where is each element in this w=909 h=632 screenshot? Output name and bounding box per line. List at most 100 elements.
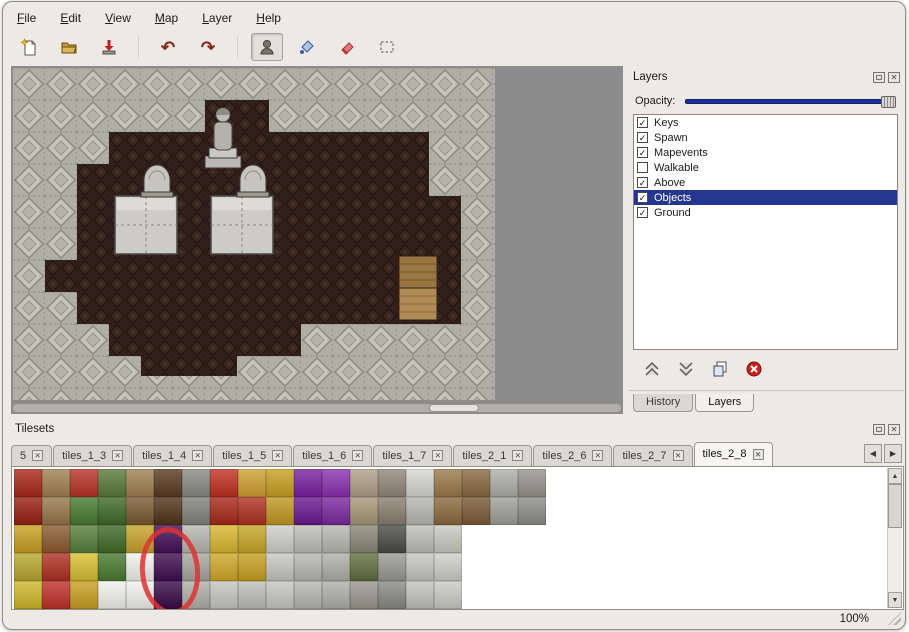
tileset-tile[interactable] [462,497,490,525]
tileset-tile[interactable] [490,525,518,553]
layer-row-objects[interactable]: ✓Objects [634,190,897,205]
tileset-tile[interactable] [434,581,462,609]
tileset-tile[interactable] [434,525,462,553]
tileset-tile[interactable] [210,525,238,553]
undo-button[interactable]: ↶ [152,33,184,61]
tileset-tile[interactable] [154,497,182,525]
scroll-tabs-right-button[interactable]: ▶ [884,444,902,463]
tab-layers[interactable]: Layers [695,394,754,412]
tileset-tab-tiles_2_7[interactable]: tiles_2_7✕ [613,445,692,466]
tileset-tile[interactable] [350,553,378,581]
tileset-tile[interactable] [406,525,434,553]
layer-row-walkable[interactable]: Walkable [634,160,897,175]
select-tool-button[interactable] [371,33,403,61]
tileset-tile[interactable] [490,497,518,525]
tileset-tile[interactable] [294,581,322,609]
tileset-tab-tiles_1_6[interactable]: tiles_1_6✕ [293,445,372,466]
opacity-slider[interactable] [685,95,896,107]
tileset-tile[interactable] [462,525,490,553]
tileset-tile[interactable] [322,581,350,609]
close-tab-icon[interactable]: ✕ [512,450,523,461]
tileset-tile[interactable] [70,497,98,525]
move-layer-down-button[interactable] [673,358,699,380]
tileset-tile[interactable] [238,525,266,553]
tileset-tile[interactable] [266,497,294,525]
tileset-tab-tiles_1_3[interactable]: tiles_1_3✕ [53,445,132,466]
tileset-tile[interactable] [126,497,154,525]
move-layer-up-button[interactable] [639,358,665,380]
tileset-tile[interactable] [350,581,378,609]
layer-visibility-checkbox[interactable]: ✓ [637,192,648,203]
redo-button[interactable]: ↷ [192,33,224,61]
tileset-tile[interactable] [490,581,518,609]
tab-history[interactable]: History [633,394,693,412]
tileset-tile[interactable] [42,553,70,581]
tileset-tile[interactable] [518,553,546,581]
scrollbar-track[interactable] [888,484,902,592]
tileset-tab-tiles_1_4[interactable]: tiles_1_4✕ [133,445,212,466]
open-button[interactable] [53,33,85,61]
tileset-tile[interactable] [266,553,294,581]
eraser-tool-button[interactable] [331,33,363,61]
layer-row-ground[interactable]: ✓Ground [634,205,897,220]
tileset-tile[interactable] [70,469,98,497]
slider-handle[interactable] [881,96,896,108]
layer-row-above[interactable]: ✓Above [634,175,897,190]
tileset-tile[interactable] [70,581,98,609]
horizontal-scrollbar[interactable] [13,404,621,412]
tileset-tile[interactable] [406,469,434,497]
tileset-tile[interactable] [98,553,126,581]
tileset-tile[interactable] [14,581,42,609]
tileset-tile[interactable] [42,581,70,609]
tileset-tile[interactable] [378,497,406,525]
tileset-tile[interactable] [182,497,210,525]
tileset-tile[interactable] [518,525,546,553]
tileset-tile[interactable] [490,469,518,497]
tileset-tile[interactable] [126,469,154,497]
fill-tool-button[interactable] [291,33,323,61]
layer-visibility-checkbox[interactable] [637,162,648,173]
tileset-tile[interactable] [210,581,238,609]
tileset-tab-tiles_2_1[interactable]: tiles_2_1✕ [453,445,532,466]
map-viewport[interactable] [11,66,623,414]
duplicate-layer-button[interactable] [707,358,733,380]
new-file-button[interactable] [13,33,45,61]
tileset-tile[interactable] [210,497,238,525]
save-button[interactable] [93,33,125,61]
close-tab-icon[interactable]: ✕ [192,450,203,461]
scroll-down-button[interactable]: ▼ [888,592,902,608]
menu-help[interactable]: Help [252,9,285,27]
tileset-tab-5[interactable]: 5✕ [11,445,52,466]
scrollbar-thumb[interactable] [429,404,479,412]
tileset-tile[interactable] [434,469,462,497]
tileset-tile[interactable] [42,525,70,553]
close-panel-icon[interactable]: ✕ [888,424,900,435]
tileset-tile[interactable] [406,553,434,581]
tileset-tile[interactable] [294,553,322,581]
tileset-tile[interactable] [434,553,462,581]
tileset-tile[interactable] [238,581,266,609]
layer-row-mapevents[interactable]: ✓Mapevents [634,145,897,160]
tileset-tile[interactable] [98,581,126,609]
tileset-tile[interactable] [518,581,546,609]
tileset-tile[interactable] [42,469,70,497]
tileset-tile[interactable] [210,469,238,497]
vertical-scrollbar[interactable]: ▲ ▼ [887,468,902,608]
tileset-tile[interactable] [210,553,238,581]
float-panel-icon[interactable] [873,424,885,435]
tileset-tile[interactable] [378,525,406,553]
tileset-tile[interactable] [378,469,406,497]
tileset-tab-tiles_2_6[interactable]: tiles_2_6✕ [533,445,612,466]
close-tab-icon[interactable]: ✕ [673,450,684,461]
tileset-tile[interactable] [266,469,294,497]
tileset-tab-tiles_1_7[interactable]: tiles_1_7✕ [373,445,452,466]
scrollbar-thumb[interactable] [888,484,902,528]
tileset-tile[interactable] [14,497,42,525]
tileset-tile[interactable] [322,469,350,497]
tileset-tile[interactable] [462,581,490,609]
layer-visibility-checkbox[interactable]: ✓ [637,177,648,188]
menu-view[interactable]: View [101,9,135,27]
tileset-tile[interactable] [294,469,322,497]
tileset-tile[interactable] [70,525,98,553]
menu-map[interactable]: Map [151,9,182,27]
